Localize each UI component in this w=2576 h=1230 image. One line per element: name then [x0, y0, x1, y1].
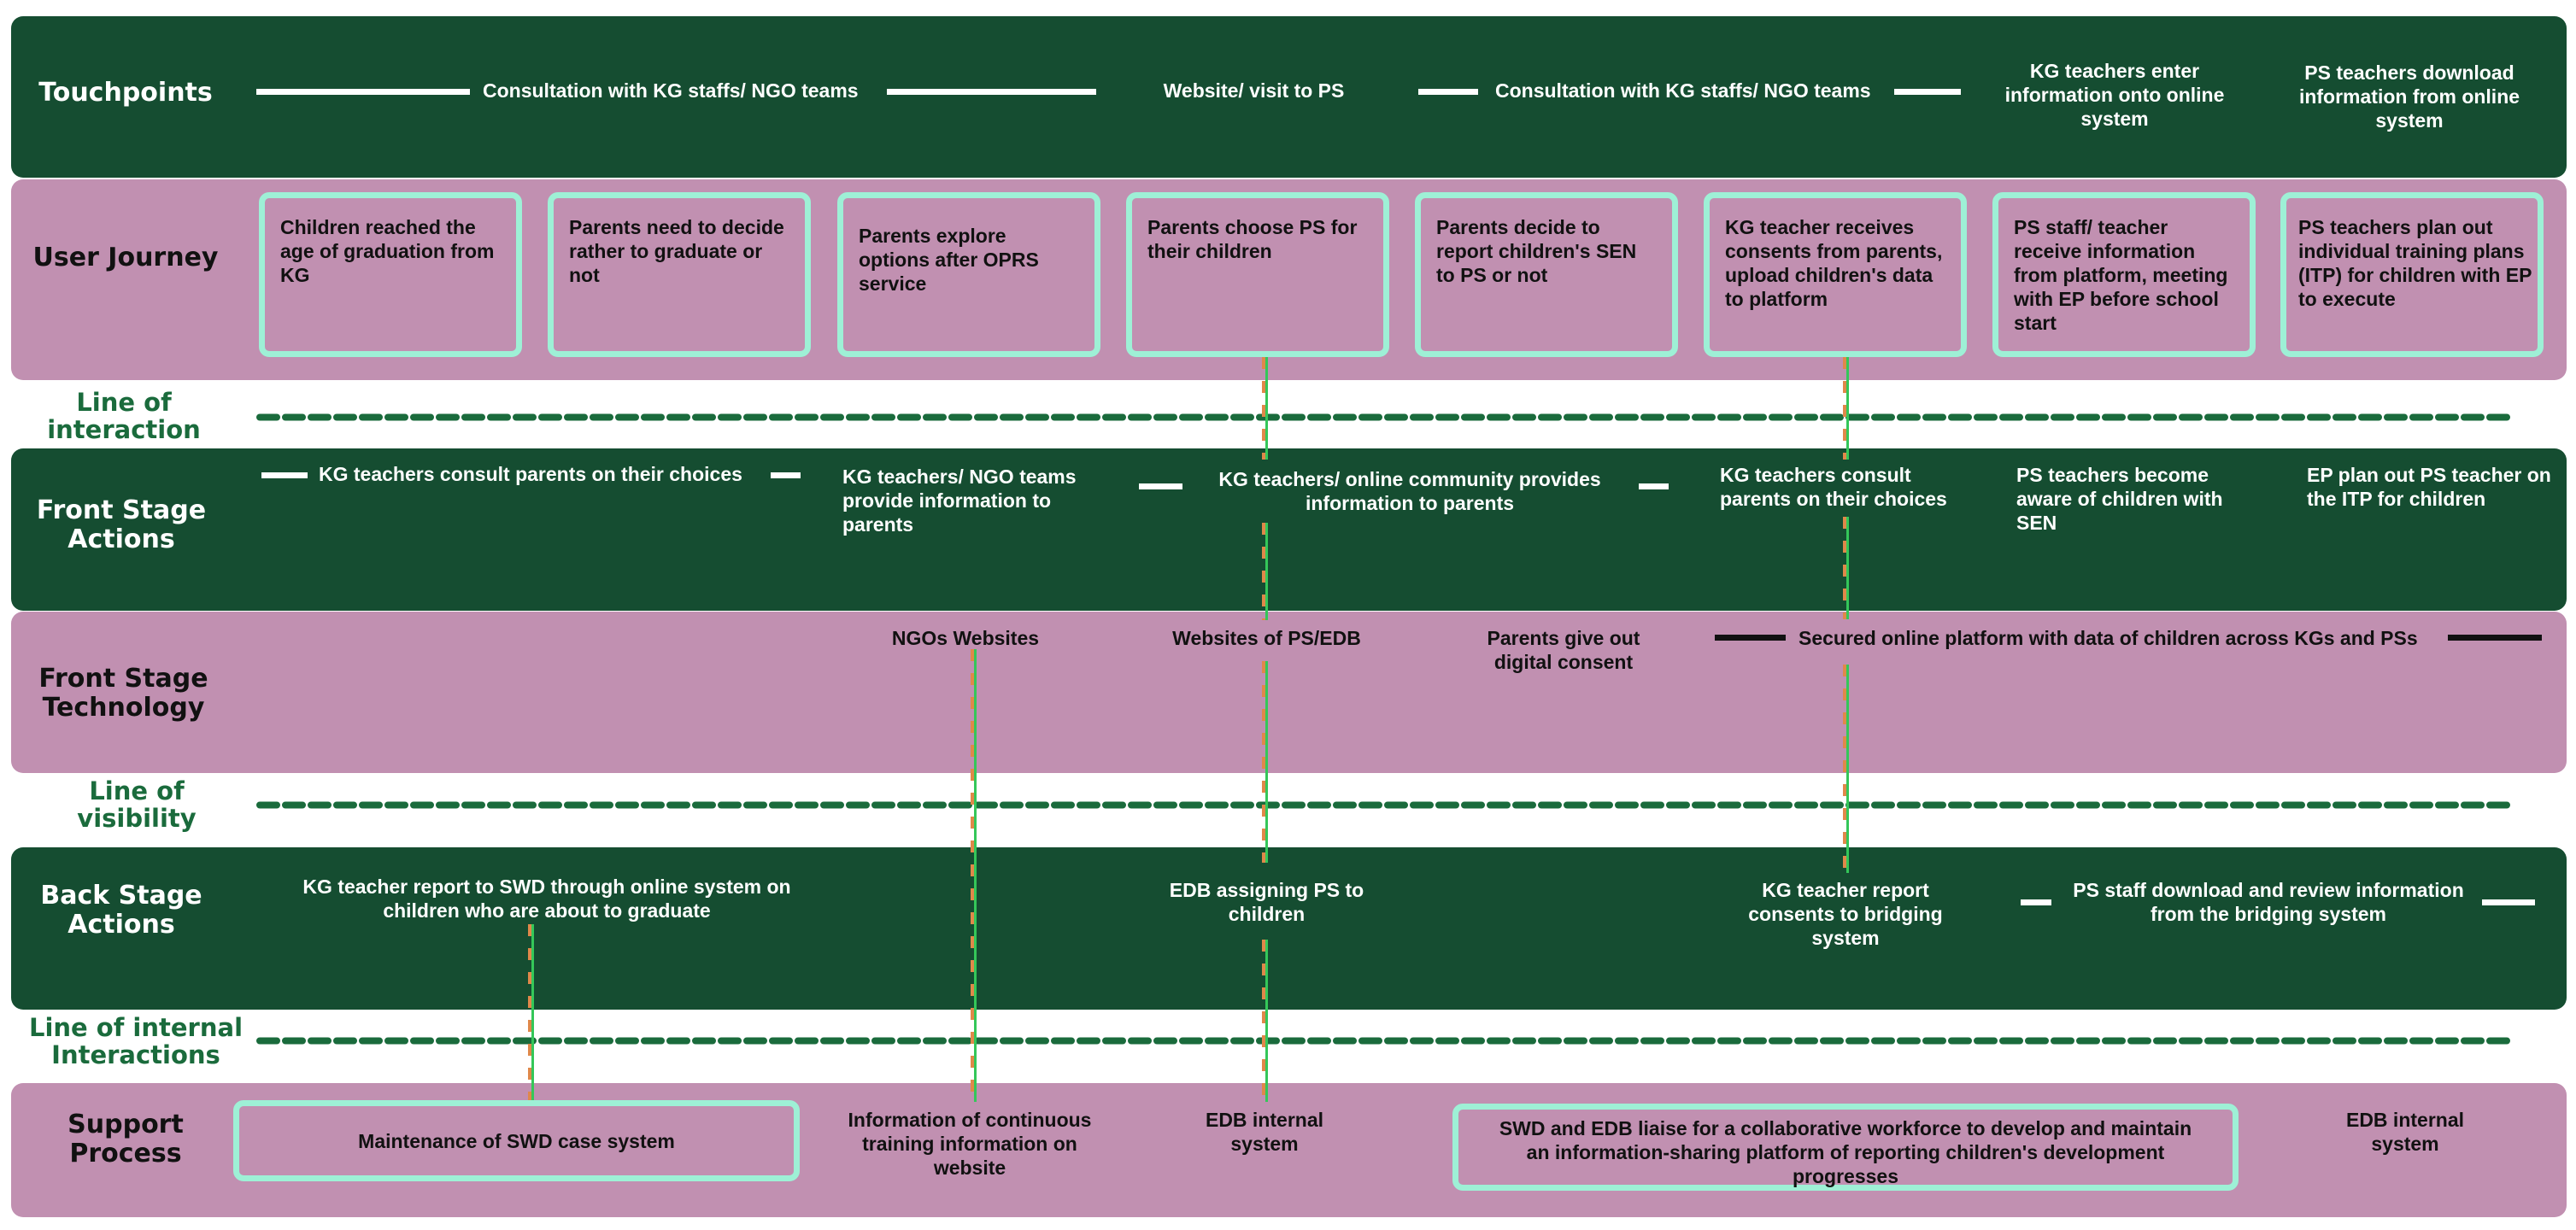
fsa-line	[1639, 483, 1669, 489]
connector-line	[1841, 357, 1853, 460]
connector-line	[1260, 661, 1272, 863]
lane-label-front-stage-technology: Front Stage Technology	[38, 664, 208, 723]
lane-back-stage-actions: Back Stage Actions	[11, 847, 2567, 1010]
support-box-info-sharing-platform: SWD and EDB liaise for a collaborative w…	[1452, 1104, 2239, 1191]
touchpoint-2: Website/ visit to PS	[1163, 79, 1345, 102]
lane-label-back-stage-actions: Back Stage Actions	[40, 881, 202, 940]
support-edb-internal-2: EDB internal system	[2345, 1109, 2465, 1155]
journey-step-1: Children reached the age of graduation f…	[259, 192, 522, 357]
touchpoint-line	[1894, 89, 1961, 95]
journey-step-3: Parents explore options after OPRS servi…	[837, 192, 1100, 357]
connector-line	[1260, 523, 1272, 620]
journey-step-4: Parents choose PS for their children	[1126, 192, 1389, 357]
fsa-line	[1139, 483, 1182, 489]
connector-line	[1260, 357, 1272, 460]
lane-label-user-journey: User Journey	[32, 243, 219, 272]
journey-step-8: PS teachers plan out individual training…	[2280, 192, 2544, 357]
front-stage-action-1: KG teachers consult parents on their cho…	[319, 463, 742, 485]
connector-line	[526, 924, 538, 1100]
front-stage-action-3: KG teachers/ online community provides i…	[1218, 468, 1601, 514]
back-stage-action-3: KG teacher report consents to bridging s…	[1748, 879, 1943, 949]
fst-ps-edb-websites: Websites of PS/EDB	[1172, 627, 1361, 649]
journey-step-5: Parents decide to report children's SEN …	[1415, 192, 1678, 357]
front-stage-action-6: EP plan out PS teacher on the ITP for ch…	[2307, 464, 2551, 510]
line-of-interaction	[256, 413, 2512, 421]
touchpoint-line	[887, 89, 1096, 95]
back-stage-action-1: KG teacher report to SWD through online …	[302, 876, 791, 922]
fst-line	[1715, 635, 1786, 641]
support-training-info: Information of continuous training infor…	[848, 1109, 1092, 1179]
bsa-line	[2482, 899, 2535, 905]
front-stage-action-5: PS teachers become aware of children wit…	[2016, 464, 2223, 534]
back-stage-action-2: EDB assigning PS to children	[1169, 879, 1364, 925]
touchpoint-1: Consultation with KG staffs/ NGO teams	[483, 79, 859, 102]
connector-line	[1260, 940, 1272, 1102]
line-of-visibility	[256, 801, 2512, 809]
line-of-internal-interactions	[256, 1037, 2512, 1045]
connector-line	[1841, 665, 1853, 873]
line-of-internal-interactions-label: Line of internal Interactions	[28, 1013, 244, 1069]
lane-label-support-process: Support Process	[67, 1110, 184, 1168]
touchpoint-line	[256, 89, 470, 95]
fst-secured-platform: Secured online platform with data of chi…	[1799, 627, 2418, 649]
journey-step-2: Parents need to decide rather to graduat…	[548, 192, 811, 357]
journey-step-6: KG teacher receives consents from parent…	[1704, 192, 1967, 357]
fst-digital-consent: Parents give out digital consent	[1487, 627, 1640, 673]
back-stage-action-4: PS staff download and review information…	[2073, 879, 2464, 925]
connector-line	[969, 649, 981, 1102]
lane-label-touchpoints: Touchpoints	[38, 78, 213, 108]
bsa-line	[2021, 899, 2051, 905]
fst-ngo-websites: NGOs Websites	[891, 627, 1040, 649]
front-stage-action-4: KG teachers consult parents on their cho…	[1720, 464, 1947, 510]
touchpoint-line	[1418, 89, 1478, 95]
fsa-line	[771, 472, 801, 478]
touchpoint-5: PS teachers download information from on…	[2298, 62, 2520, 132]
fsa-line	[261, 472, 308, 478]
line-of-visibility-label: Line of visibility	[77, 776, 197, 833]
touchpoint-4: KG teachers enter information onto onlin…	[2004, 60, 2225, 130]
connector-line	[1841, 517, 1853, 619]
front-stage-action-2: KG teachers/ NGO teams provide informati…	[842, 466, 1077, 536]
line-of-interaction-label: Line of interaction	[47, 388, 201, 444]
journey-step-7: PS staff/ teacher receive information fr…	[1992, 192, 2256, 357]
support-edb-internal-1: EDB internal system	[1205, 1109, 1324, 1155]
fst-line	[2448, 635, 2542, 641]
touchpoint-3: Consultation with KG staffs/ NGO teams	[1495, 79, 1871, 102]
lane-label-front-stage-actions: Front Stage Actions	[36, 495, 207, 554]
support-box-swd-case-system: Maintenance of SWD case system	[233, 1100, 800, 1181]
